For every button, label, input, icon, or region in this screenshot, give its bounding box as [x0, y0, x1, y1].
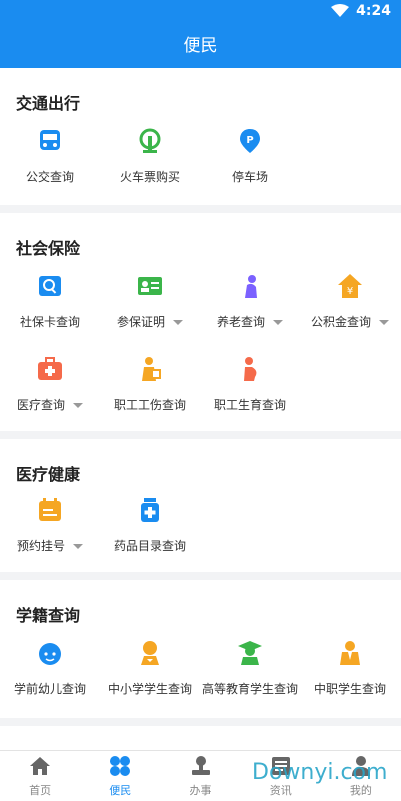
- item-preschool[interactable]: 学前幼儿查询: [0, 640, 100, 698]
- maternity-icon: [244, 357, 257, 381]
- status-time: 4:24: [356, 3, 391, 19]
- graduate-icon: [238, 641, 262, 665]
- clover-icon: [110, 756, 131, 776]
- page-title: 便民: [0, 24, 401, 68]
- elder-icon: [245, 275, 257, 298]
- item-label: 职工工伤查询: [113, 398, 186, 412]
- tab-home[interactable]: 首页: [0, 751, 80, 801]
- section-title: 学籍查询: [16, 606, 81, 625]
- tab-convenience[interactable]: 便民: [80, 751, 160, 801]
- item-higher-education[interactable]: 高等教育学生查询: [200, 640, 300, 698]
- item-drug-catalog[interactable]: 药品目录查询: [100, 497, 200, 555]
- item-label: 学前幼儿查询: [13, 682, 86, 696]
- section-title: 医疗健康: [16, 465, 81, 484]
- section-transport: 交通出行 公交查询 火车票购买 P 停车场: [0, 68, 401, 205]
- baby-icon: [39, 643, 61, 665]
- item-label: 高等教育学生查询: [201, 682, 298, 696]
- svg-text:P: P: [246, 135, 253, 146]
- item-parking[interactable]: P 停车场: [200, 128, 300, 186]
- bus-icon: [40, 130, 60, 150]
- search-book-icon: [39, 276, 61, 296]
- section-partial: [0, 726, 401, 750]
- item-label: 药品目录查询: [113, 539, 186, 553]
- item-label: 医疗查询: [0, 396, 100, 414]
- home-icon: [30, 757, 51, 775]
- section-school-records: 学籍查询 学前幼儿查询 中小学学生查询 高等教育学生查询 中职学生查询: [0, 580, 401, 718]
- watermark: Downyi.com: [252, 760, 388, 785]
- item-label: 中职学生查询: [313, 682, 386, 696]
- item-label: 社保卡查询: [19, 315, 80, 329]
- section-title: 社会保险: [16, 239, 81, 258]
- medical-kit-icon: [38, 357, 62, 380]
- item-label: 中小学学生查询: [107, 682, 192, 696]
- item-insurance-proof[interactable]: 参保证明: [100, 273, 200, 331]
- item-label: 职工生育查询: [213, 398, 286, 412]
- chevron-down-icon: [273, 320, 283, 325]
- item-injury-query[interactable]: 职工工伤查询: [100, 356, 200, 414]
- item-vocational[interactable]: 中职学生查询: [300, 640, 400, 698]
- calendar-icon: [39, 498, 61, 521]
- item-label: 公交查询: [25, 170, 74, 184]
- item-label: 养老查询: [200, 313, 300, 331]
- item-medical-query[interactable]: 医疗查询: [0, 356, 100, 414]
- item-label: 预约挂号: [0, 537, 100, 555]
- section-medical-health: 医疗健康 预约挂号 药品目录查询: [0, 439, 401, 572]
- main-content: 交通出行 公交查询 火车票购买 P 停车场 社会保险 社保卡查询 参保证明 养老…: [0, 68, 401, 750]
- stamp-icon: [191, 756, 210, 775]
- suit-student-icon: [340, 641, 360, 665]
- item-pension[interactable]: 养老查询: [200, 273, 300, 331]
- status-bar: 4:24: [0, 0, 401, 24]
- student-icon: [141, 641, 159, 665]
- medicine-bottle-icon: [141, 498, 159, 522]
- wifi-icon: [331, 4, 349, 17]
- item-label: 停车场: [231, 170, 268, 184]
- item-label: 公积金查询: [300, 313, 400, 331]
- train-icon: [139, 128, 161, 153]
- tab-label: 便民: [109, 784, 132, 797]
- chevron-down-icon: [379, 320, 389, 325]
- item-bus-query[interactable]: 公交查询: [0, 128, 100, 186]
- item-primary-secondary[interactable]: 中小学学生查询: [100, 640, 200, 698]
- parking-pin-icon: P: [240, 129, 260, 153]
- item-label: 火车票购买: [119, 170, 180, 184]
- worker-injury-icon: [142, 357, 161, 381]
- item-housing-fund[interactable]: ¥ 公积金查询: [300, 273, 400, 331]
- item-appointment[interactable]: 预约挂号: [0, 497, 100, 555]
- item-label: 参保证明: [100, 313, 200, 331]
- chevron-down-icon: [73, 403, 83, 408]
- section-social-insurance: 社会保险 社保卡查询 参保证明 养老查询 ¥ 公积金查询 医疗查询 职工工伤查询…: [0, 213, 401, 431]
- chevron-down-icon: [173, 320, 183, 325]
- id-card-icon: [138, 277, 162, 295]
- tab-label: 首页: [29, 784, 52, 797]
- item-social-card[interactable]: 社保卡查询: [0, 273, 100, 331]
- house-yen-icon: ¥: [338, 274, 362, 298]
- svg-text:¥: ¥: [347, 286, 353, 297]
- item-maternity-query[interactable]: 职工生育查询: [200, 356, 300, 414]
- item-train-ticket[interactable]: 火车票购买: [100, 128, 200, 186]
- tab-label: 办事: [189, 784, 212, 797]
- chevron-down-icon: [73, 544, 83, 549]
- section-title: 交通出行: [16, 94, 81, 113]
- tab-affairs[interactable]: 办事: [160, 751, 240, 801]
